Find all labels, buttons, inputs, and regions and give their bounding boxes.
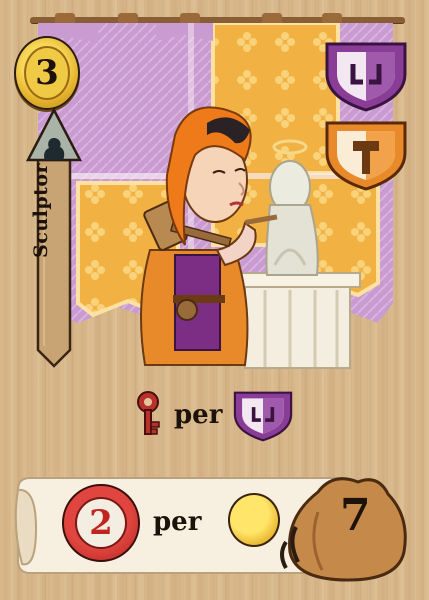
cost-coin: 3 [14, 36, 80, 110]
statue-silhouette-icon [44, 138, 65, 160]
role-name: Sculptor [30, 162, 52, 258]
red-token-inner: 2 [75, 497, 127, 549]
gold-coin-icon [228, 493, 280, 547]
scroll-per-label: per [153, 507, 202, 537]
purple-guild-shield-icon [233, 391, 293, 442]
purple-guild-shield-icon [325, 42, 407, 112]
key-icon [137, 391, 160, 435]
character-card[interactable]: 3 Sculptor per 2 per 7 [0, 0, 429, 600]
cost-value: 3 [35, 53, 59, 93]
bonus-per-label: per [174, 400, 223, 430]
scroll-count: 7 [340, 490, 371, 541]
scroll-token-value: 2 [89, 503, 113, 543]
cost-coin-inner: 3 [24, 46, 70, 100]
hammer-icon [353, 141, 379, 151]
red-token-icon: 2 [62, 484, 140, 562]
orange-guild-shield-icon [325, 121, 407, 191]
